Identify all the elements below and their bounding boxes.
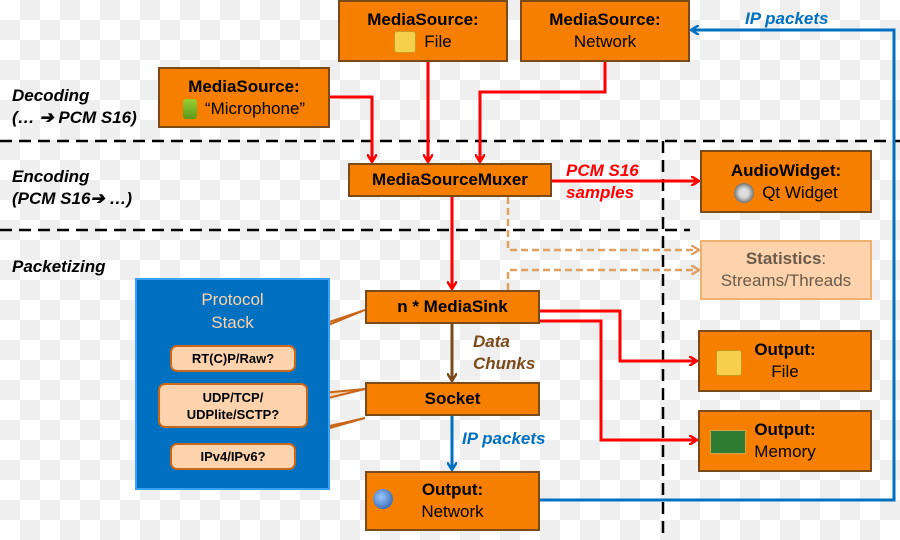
- arrow-mic-muxer: [330, 95, 372, 161]
- node-title: Output:: [754, 340, 816, 359]
- node-output-file[interactable]: Output: File: [698, 330, 872, 392]
- node-title: Socket: [424, 389, 481, 408]
- node-subtitle: Network: [421, 502, 484, 521]
- node-output-network[interactable]: Output: Network: [365, 471, 540, 531]
- protocol-stack-title: Protocol Stack: [137, 288, 328, 334]
- label-line: PCM S16: [566, 161, 639, 180]
- arrow-sink-file: [540, 309, 696, 361]
- package-icon: [394, 31, 417, 53]
- speaker-icon: [734, 182, 755, 203]
- label-line: Chunks: [473, 354, 536, 373]
- node-title: n * MediaSink: [397, 297, 508, 316]
- node-subtitle: Memory: [754, 442, 816, 461]
- node-socket[interactable]: Socket: [365, 382, 540, 416]
- node-source-network[interactable]: MediaSource: Network: [520, 0, 690, 62]
- node-title: Statistics: [745, 249, 822, 268]
- label-line: samples: [566, 183, 635, 202]
- arrow-sink-statistics: [506, 270, 698, 290]
- node-source-microphone[interactable]: MediaSource: “Microphone”: [158, 67, 330, 128]
- node-muxer[interactable]: MediaSourceMuxer: [348, 163, 552, 197]
- node-title: MediaSource:: [549, 10, 661, 29]
- label-data-chunks: Data Chunks: [473, 331, 535, 375]
- node-subtitle: Network: [573, 32, 637, 51]
- callout-rtp: RT(C)P/Raw?: [170, 345, 296, 372]
- node-title: MediaSource:: [188, 76, 300, 96]
- node-subtitle: File: [424, 32, 452, 51]
- layer-encoding-label: Encoding (PCM S16➔ …): [12, 166, 132, 210]
- node-statistics[interactable]: Statistics: Streams/Threads: [700, 240, 872, 300]
- node-output-memory[interactable]: Output: Memory: [698, 410, 872, 472]
- node-media-sink[interactable]: n * MediaSink: [365, 290, 540, 324]
- node-audio-widget[interactable]: AudioWidget: Qt Widget: [700, 150, 872, 213]
- arrow-muxer-statistics: [506, 197, 698, 250]
- node-title: AudioWidget:: [730, 160, 842, 180]
- node-subtitle: “Microphone”: [204, 98, 306, 118]
- memory-chip-icon: [710, 430, 746, 454]
- node-subtitle: File: [771, 362, 799, 381]
- title-line: Stack: [211, 313, 254, 332]
- label-line: Data: [473, 332, 510, 351]
- title-suffix: :: [821, 249, 827, 268]
- layer-subtitle: (PCM S16➔ …): [12, 189, 133, 208]
- node-title: MediaSourceMuxer: [372, 170, 528, 189]
- label-pcm-samples: PCM S16 samples: [566, 160, 639, 204]
- layer-subtitle: (… ➔ PCM S16): [12, 108, 137, 127]
- node-title: MediaSource:: [367, 10, 479, 29]
- arrow-sink-memory: [540, 319, 696, 440]
- callout-transport: UDP/TCP/ UDPlite/SCTP?: [158, 383, 308, 428]
- microphone-icon: [182, 98, 197, 119]
- node-source-file[interactable]: MediaSource: File: [338, 0, 508, 62]
- network-globe-icon: [373, 489, 393, 509]
- layer-packetizing-label: Packetizing: [12, 257, 106, 276]
- node-subtitle: Qt Widget: [762, 182, 838, 202]
- label-ip-packets-top: IP packets: [745, 9, 829, 28]
- callout-ip: IPv4/IPv6?: [170, 443, 296, 470]
- node-title: Output:: [754, 420, 816, 439]
- node-subtitle: Streams/Threads: [720, 271, 852, 290]
- layer-title: Decoding: [12, 86, 90, 105]
- title-line: Protocol: [201, 290, 264, 309]
- arrow-network-muxer: [480, 62, 607, 161]
- layer-title: Encoding: [12, 167, 90, 186]
- label-ip-packets-socket: IP packets: [462, 429, 546, 448]
- node-title: Output:: [421, 480, 484, 499]
- layer-decoding-label: Decoding (… ➔ PCM S16): [12, 85, 137, 129]
- package-icon: [716, 350, 742, 376]
